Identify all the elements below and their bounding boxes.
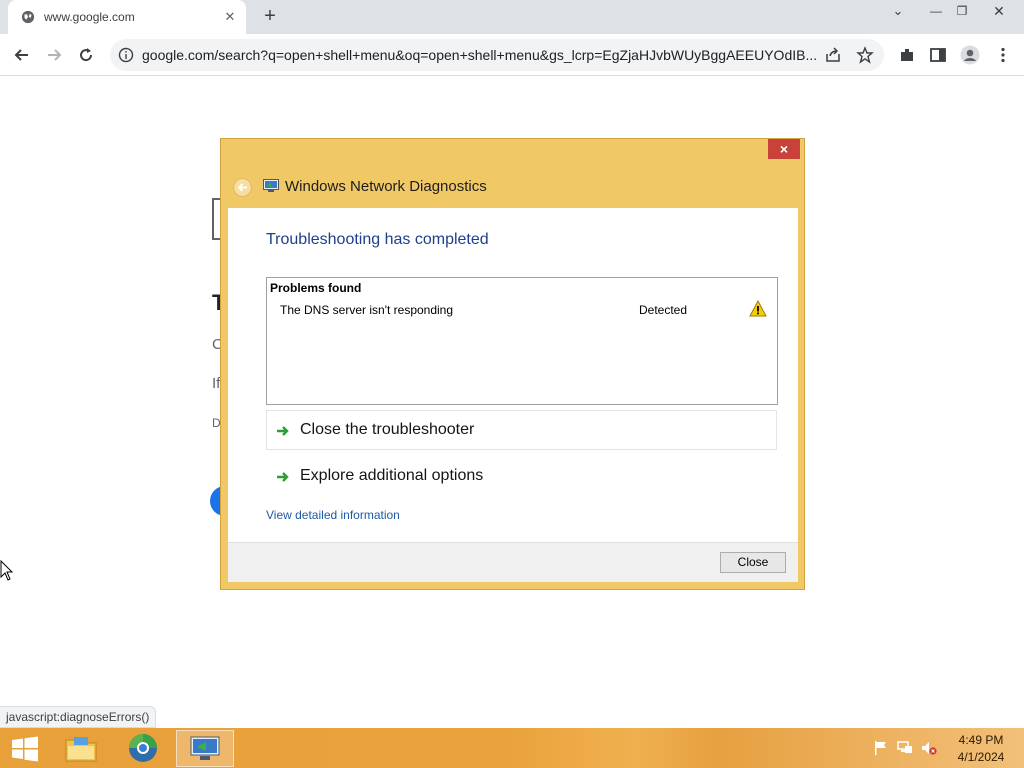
network-error-icon[interactable] — [897, 740, 913, 756]
green-arrow-icon — [277, 426, 289, 436]
back-button[interactable] — [9, 42, 35, 68]
site-info-icon[interactable] — [118, 47, 134, 63]
problem-status: Detected — [639, 303, 688, 317]
dialog-heading: Troubleshooting has completed — [266, 231, 489, 248]
warning-icon — [749, 300, 767, 317]
start-icon[interactable] — [11, 736, 39, 762]
share-icon[interactable] — [824, 46, 842, 64]
close-troubleshooter-label: Close the troubleshooter — [300, 421, 475, 438]
restore-button[interactable]: ❐ — [947, 0, 977, 24]
address-url[interactable]: google.com/search?q=open+shell+menu&oq=o… — [142, 47, 822, 63]
network-diagnostics-icon — [190, 736, 220, 760]
globe-icon — [21, 10, 35, 24]
reload-icon — [80, 48, 93, 62]
view-details-link[interactable]: View detailed information — [266, 508, 400, 522]
bookmark-star-icon[interactable] — [856, 46, 874, 64]
problem-row[interactable]: The DNS server isn't responding Detected — [267, 298, 777, 320]
arrow-right-icon — [48, 49, 62, 61]
menu-dots-icon[interactable] — [994, 46, 1012, 64]
window-close-button[interactable]: ✕ — [984, 0, 1014, 24]
problem-description: The DNS server isn't responding — [280, 303, 454, 317]
explore-options-label: Explore additional options — [300, 467, 484, 484]
tab-close-icon[interactable]: ✕ — [222, 9, 238, 25]
arrow-left-icon — [14, 49, 28, 61]
dialog-content: Troubleshooting has completed Problems f… — [228, 208, 798, 542]
browser-tab-strip: www.google.com ✕ + ⌄ — ❐ ✕ — [0, 0, 1024, 34]
dialog-title: Windows Network Diagnostics — [285, 178, 487, 195]
file-explorer-icon — [65, 737, 97, 762]
reload-button[interactable] — [73, 42, 99, 68]
explore-options-link[interactable]: Explore additional options — [266, 456, 777, 496]
taskbar: 4:49 PM 4/1/2024 — [0, 728, 1024, 768]
chrome-icon — [129, 734, 157, 762]
browser-toolbar: google.com/search?q=open+shell+menu&oq=o… — [0, 34, 1024, 76]
browser-tab[interactable]: www.google.com ✕ — [8, 0, 246, 34]
address-bar[interactable]: google.com/search?q=open+shell+menu&oq=o… — [110, 39, 884, 71]
dialog-title-close-button[interactable]: × — [768, 139, 800, 159]
dialog-back-button[interactable] — [233, 178, 252, 197]
network-diagnostics-dialog: × Windows Network Diagnostics Troublesho… — [220, 138, 805, 590]
mouse-cursor-icon — [0, 560, 14, 581]
back-arrow-icon — [237, 183, 247, 192]
network-diagnostics-app-icon — [263, 179, 279, 192]
green-arrow-icon — [277, 472, 289, 482]
link-status-bubble: javascript:diagnoseErrors() — [0, 706, 157, 728]
clock-time[interactable]: 4:49 PM — [950, 733, 1012, 747]
close-button[interactable]: Close — [720, 552, 786, 573]
chrome-taskbar-button[interactable] — [114, 730, 172, 767]
network-diagnostics-taskbar-button[interactable] — [176, 730, 234, 767]
dialog-footer: Close — [228, 542, 798, 582]
profile-avatar-icon[interactable] — [960, 45, 980, 65]
flag-icon[interactable] — [873, 740, 889, 756]
side-panel-icon[interactable] — [929, 46, 947, 64]
problems-list: Problems found The DNS server isn't resp… — [266, 277, 778, 405]
extensions-icon[interactable] — [898, 46, 916, 64]
forward-button[interactable] — [41, 42, 67, 68]
problems-header: Problems found — [270, 281, 362, 295]
clock-date[interactable]: 4/1/2024 — [950, 750, 1012, 764]
tab-title: www.google.com — [44, 10, 135, 24]
close-troubleshooter-link[interactable]: Close the troubleshooter — [266, 410, 777, 450]
new-tab-button[interactable]: + — [260, 6, 280, 26]
speaker-muted-icon[interactable] — [921, 740, 937, 756]
file-explorer-taskbar-button[interactable] — [52, 730, 110, 767]
tab-search-icon[interactable]: ⌄ — [883, 0, 913, 24]
